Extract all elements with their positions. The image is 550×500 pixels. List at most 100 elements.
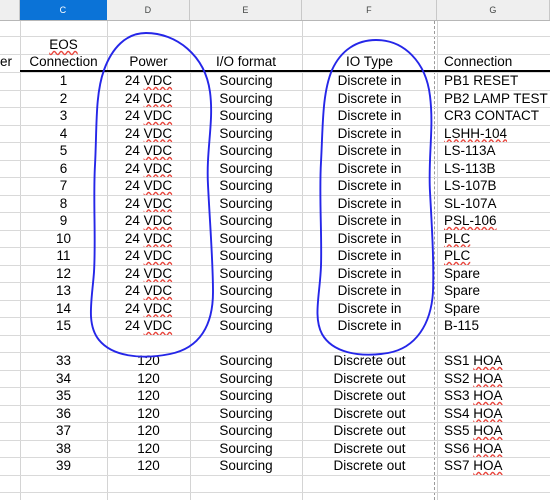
cell-power[interactable]: 24 VDC [107,300,190,318]
cell-io-type[interactable]: Discrete in [302,317,437,335]
cell-io-format[interactable]: Sourcing [190,405,302,423]
cell-power[interactable]: 120 [107,387,190,405]
cell-power[interactable]: 24 VDC [107,212,190,230]
cell-io-format[interactable]: Sourcing [190,300,302,318]
cell-io-format[interactable]: Sourcing [190,90,302,108]
cell-connection[interactable]: B-115 [444,317,550,335]
cell-io-type[interactable]: Discrete out [302,457,437,475]
cell-power[interactable]: 120 [107,457,190,475]
cell-eos-connection[interactable]: 14 [20,300,107,318]
cell-io-format[interactable]: Sourcing [190,142,302,160]
cell-power[interactable]: 24 VDC [107,142,190,160]
cell-io-format[interactable]: Sourcing [190,440,302,458]
cell-io-format[interactable]: Sourcing [190,247,302,265]
cell-connection[interactable]: SS1 HOA [444,352,550,370]
cell-eos-connection[interactable]: 8 [20,195,107,213]
cell-eos-connection[interactable]: 39 [20,457,107,475]
cell-eos-connection[interactable]: 36 [20,405,107,423]
cell-io-format[interactable]: Sourcing [190,230,302,248]
cell-eos-connection[interactable]: 5 [20,142,107,160]
cell-io-type[interactable]: Discrete in [302,160,437,178]
cell-io-type[interactable]: Discrete in [302,107,437,125]
cell-connection[interactable]: PLC [444,230,550,248]
cell-io-type[interactable]: Discrete out [302,405,437,423]
cell-power[interactable]: 24 VDC [107,107,190,125]
cell-io-format[interactable]: Sourcing [190,160,302,178]
cell-power[interactable]: 24 VDC [107,265,190,283]
cell-power[interactable]: 120 [107,370,190,388]
cell-connection[interactable]: PSL-106 [444,212,550,230]
cell-io-type[interactable]: Discrete out [302,440,437,458]
cell-io-type[interactable]: Discrete in [302,72,437,90]
cell-io-format[interactable]: Sourcing [190,457,302,475]
cell-io-type[interactable]: Discrete in [302,90,437,108]
cell-io-type[interactable]: Discrete out [302,352,437,370]
cell-power[interactable]: 24 VDC [107,160,190,178]
cell-power[interactable]: 24 VDC [107,247,190,265]
cell-io-type[interactable]: Discrete in [302,282,437,300]
cell-eos-connection[interactable]: 7 [20,177,107,195]
column-header-e[interactable]: E [190,0,302,20]
cell-connection[interactable]: SS3 HOA [444,387,550,405]
cell-eos-connection[interactable]: 15 [20,317,107,335]
cell-eos-connection[interactable]: 3 [20,107,107,125]
cell-io-format[interactable]: Sourcing [190,352,302,370]
cell-connection[interactable]: PB2 LAMP TEST [444,90,550,108]
cell-power[interactable]: 24 VDC [107,125,190,143]
cell-connection[interactable]: Spare [444,300,550,318]
cell-io-type[interactable]: Discrete in [302,177,437,195]
cell-io-format[interactable]: Sourcing [190,282,302,300]
cell-io-format[interactable]: Sourcing [190,422,302,440]
cell-eos-connection[interactable]: 34 [20,370,107,388]
cell-io-format[interactable]: Sourcing [190,125,302,143]
cell-power[interactable]: 120 [107,422,190,440]
cell-io-format[interactable]: Sourcing [190,107,302,125]
cell-connection[interactable]: CR3 CONTACT [444,107,550,125]
cell-power[interactable]: 24 VDC [107,72,190,90]
cell-eos-connection[interactable]: 4 [20,125,107,143]
cell-connection[interactable]: Spare [444,265,550,283]
cell-io-type[interactable]: Discrete in [302,300,437,318]
column-header-c[interactable]: C [20,0,107,20]
cell-io-format[interactable]: Sourcing [190,195,302,213]
cell-io-type[interactable]: Discrete in [302,212,437,230]
cell-eos-connection[interactable]: 12 [20,265,107,283]
cell-io-format[interactable]: Sourcing [190,212,302,230]
spreadsheet-grid[interactable]: C D E F G er EOS Connection Power I/O fo… [0,0,550,500]
cell-eos-connection[interactable]: 13 [20,282,107,300]
cell-power[interactable]: 120 [107,405,190,423]
cell-power[interactable]: 24 VDC [107,230,190,248]
cell-connection[interactable]: SS2 HOA [444,370,550,388]
cell-io-type[interactable]: Discrete in [302,195,437,213]
cell-connection[interactable]: LS-113B [444,160,550,178]
cell-eos-connection[interactable]: 10 [20,230,107,248]
cell-connection[interactable]: SS5 HOA [444,422,550,440]
cell-eos-connection[interactable]: 38 [20,440,107,458]
cell-io-format[interactable]: Sourcing [190,265,302,283]
cell-io-type[interactable]: Discrete out [302,387,437,405]
column-header-g[interactable]: G [437,0,550,20]
cell-connection[interactable]: PLC [444,247,550,265]
cell-io-format[interactable]: Sourcing [190,72,302,90]
cell-power[interactable]: 120 [107,440,190,458]
column-header-f[interactable]: F [302,0,437,20]
cell-power[interactable]: 24 VDC [107,195,190,213]
cell-connection[interactable]: LS-113A [444,142,550,160]
cell-connection[interactable]: SL-107A [444,195,550,213]
cell-power[interactable]: 24 VDC [107,282,190,300]
cell-eos-connection[interactable]: 6 [20,160,107,178]
cell-io-format[interactable]: Sourcing [190,317,302,335]
cell-power[interactable]: 24 VDC [107,317,190,335]
cell-power[interactable]: 120 [107,352,190,370]
column-header-d[interactable]: D [107,0,190,20]
cell-eos-connection[interactable]: 2 [20,90,107,108]
cell-eos-connection[interactable]: 11 [20,247,107,265]
cell-connection[interactable]: SS7 HOA [444,457,550,475]
cell-io-type[interactable]: Discrete out [302,422,437,440]
cell-io-type[interactable]: Discrete in [302,125,437,143]
cell-connection[interactable]: LS-107B [444,177,550,195]
cell-io-format[interactable]: Sourcing [190,387,302,405]
cell-io-type[interactable]: Discrete in [302,142,437,160]
cell-eos-connection[interactable]: 1 [20,72,107,90]
cell-connection[interactable]: PB1 RESET [444,72,550,90]
